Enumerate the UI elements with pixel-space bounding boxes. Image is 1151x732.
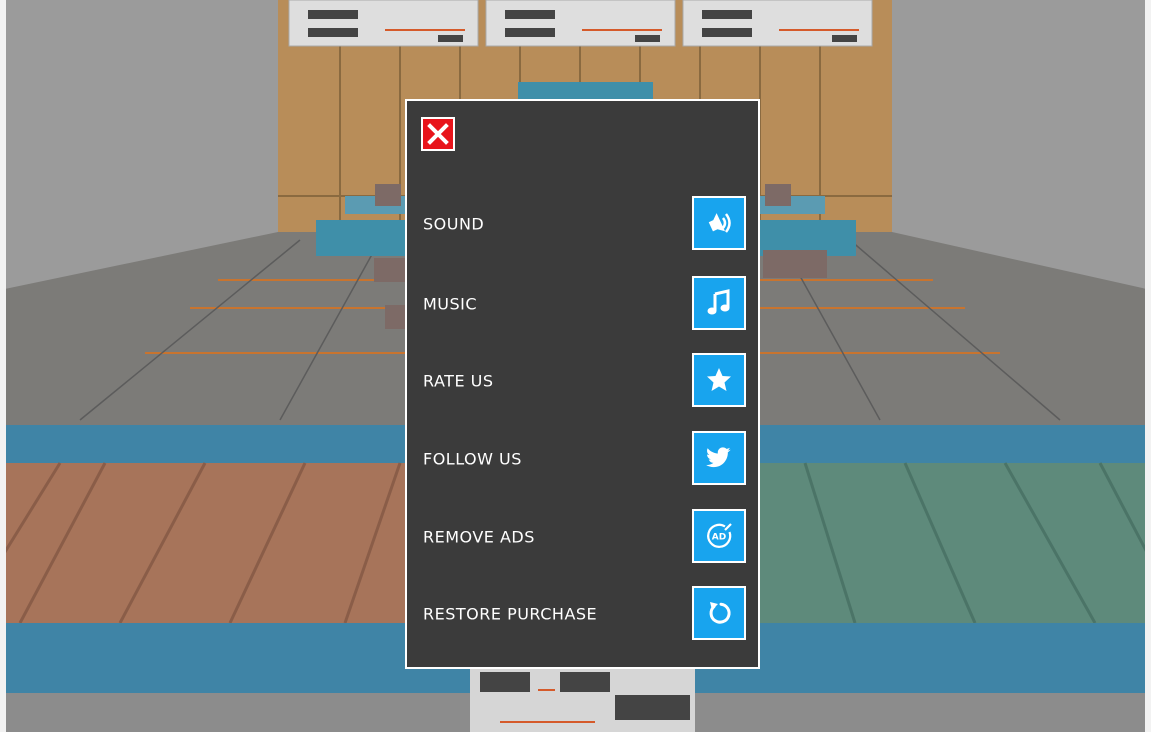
svg-text:AD: AD — [712, 533, 726, 543]
sound-label: SOUND — [423, 214, 485, 234]
restore-purchase-button[interactable] — [692, 586, 746, 640]
settings-row-rate-us: RATE US — [407, 353, 758, 409]
sound-toggle-button[interactable] — [692, 196, 746, 250]
follow-us-button[interactable] — [692, 431, 746, 485]
star-icon — [707, 368, 731, 391]
rate-us-button[interactable] — [692, 353, 746, 407]
music-toggle-button[interactable] — [692, 276, 746, 330]
follow-us-label: FOLLOW US — [423, 449, 522, 469]
remove-ads-label: REMOVE ADS — [423, 527, 535, 547]
settings-row-follow-us: FOLLOW US — [407, 431, 758, 487]
music-label: MUSIC — [423, 294, 478, 314]
sound-icon — [708, 213, 731, 233]
settings-row-sound: SOUND — [407, 196, 758, 252]
remove-ads-icon: AD — [707, 523, 732, 548]
settings-row-music: MUSIC — [407, 276, 758, 332]
settings-panel: SOUND MUSIC RATE US FOLLOW US REMOVE ADS… — [405, 99, 760, 669]
settings-row-restore-purchase: RESTORE PURCHASE — [407, 586, 758, 642]
restore-icon — [709, 602, 731, 624]
music-note-icon — [707, 289, 730, 315]
remove-ads-button[interactable]: AD — [692, 509, 746, 563]
restore-purchase-label: RESTORE PURCHASE — [423, 604, 598, 624]
twitter-bird-icon — [706, 447, 731, 468]
close-button[interactable] — [421, 117, 455, 151]
rate-us-label: RATE US — [423, 371, 494, 391]
close-x-icon — [427, 123, 449, 145]
settings-row-remove-ads: REMOVE ADS AD — [407, 509, 758, 565]
